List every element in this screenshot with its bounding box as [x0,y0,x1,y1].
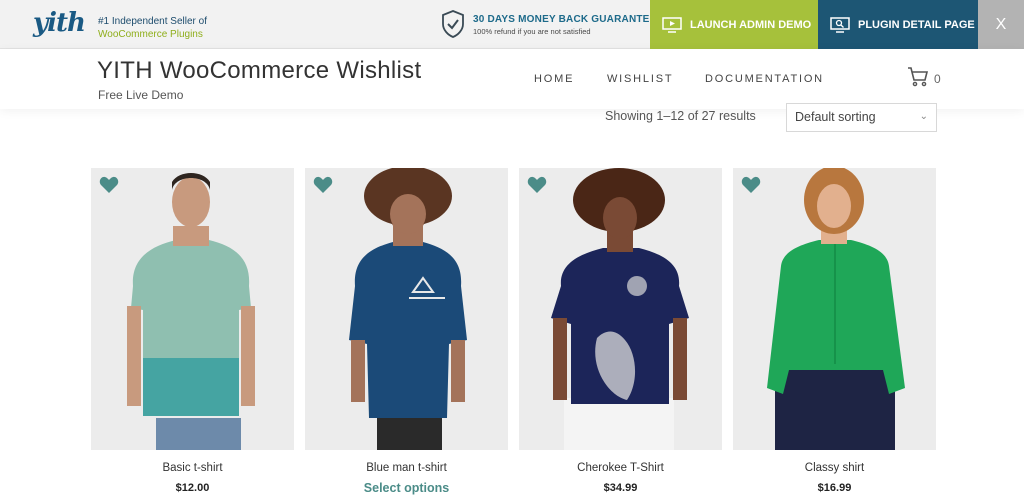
launch-admin-demo-label: LAUNCH ADMIN DEMO [690,18,812,31]
site-title[interactable]: YITH WooCommerce Wishlist [97,57,421,85]
site-subtitle: Free Live Demo [98,88,184,102]
select-options-link[interactable]: Select options [305,481,508,495]
wishlist-heart-icon[interactable] [741,176,761,194]
product-image[interactable] [91,168,294,450]
product-name[interactable]: Cherokee T-Shirt [519,462,722,474]
nav-documentation[interactable]: DOCUMENTATION [705,73,824,85]
wishlist-heart-icon[interactable] [99,176,119,194]
cart-icon [908,67,929,87]
product-name[interactable]: Blue man t-shirt [305,462,508,474]
monitor-play-icon [662,16,682,33]
promo-bar: yith #1 Independent Seller of WooCommerc… [0,0,1024,49]
guarantee-text: 30 DAYS MONEY BACK GUARANTEE 100% refund… [473,14,656,36]
model-photo [305,168,508,450]
site-header: YITH WooCommerce Wishlist Free Live Demo… [0,49,1024,109]
result-count: Showing 1–12 of 27 results [605,109,756,123]
product-price: $16.99 [817,482,852,494]
product-name[interactable]: Basic t-shirt [91,462,294,474]
product-card: Basic t-shirt $12.00 [91,168,294,494]
product-price: $34.99 [603,482,638,494]
guarantee-subtitle: 100% refund if you are not satisfied [473,27,591,36]
close-button[interactable]: X [978,0,1024,49]
plugin-detail-page-button[interactable]: PLUGIN DETAIL PAGE [818,0,978,49]
model-photo [733,168,936,450]
model-photo [91,168,294,450]
product-card: Cherokee T-Shirt $34.99 [519,168,722,494]
yith-logo[interactable]: yith [33,8,86,38]
wishlist-heart-icon[interactable] [313,176,333,194]
cart-count: 0 [934,72,941,86]
product-image[interactable] [519,168,722,450]
nav-home[interactable]: HOME [534,73,574,85]
product-image[interactable] [305,168,508,450]
guarantee-title: 30 DAYS MONEY BACK GUARANTEE [473,14,657,25]
monitor-search-icon [830,16,850,33]
sorting-value: Default sorting [795,110,876,124]
cart-button[interactable]: 0 [907,66,947,88]
tagline: #1 Independent Seller of WooCommerce Plu… [98,15,207,41]
product-name[interactable]: Classy shirt [733,462,936,474]
plugin-detail-page-label: PLUGIN DETAIL PAGE [858,18,975,31]
product-card: Blue man t-shirt Select options [305,168,508,495]
tagline-line-1: #1 Independent Seller of [98,16,207,27]
product-card: Classy shirt $16.99 [733,168,936,494]
launch-admin-demo-button[interactable]: LAUNCH ADMIN DEMO [650,0,818,49]
shield-check-icon [442,10,464,38]
product-image[interactable] [733,168,936,450]
wishlist-heart-icon[interactable] [527,176,547,194]
chevron-down-icon: ⌄ [919,111,928,122]
product-price: $12.00 [175,482,210,494]
model-photo [519,168,722,450]
nav-wishlist[interactable]: WISHLIST [607,73,673,85]
sorting-select[interactable]: Default sorting ⌄ [786,103,937,132]
tagline-line-2: WooCommerce Plugins [98,29,203,40]
